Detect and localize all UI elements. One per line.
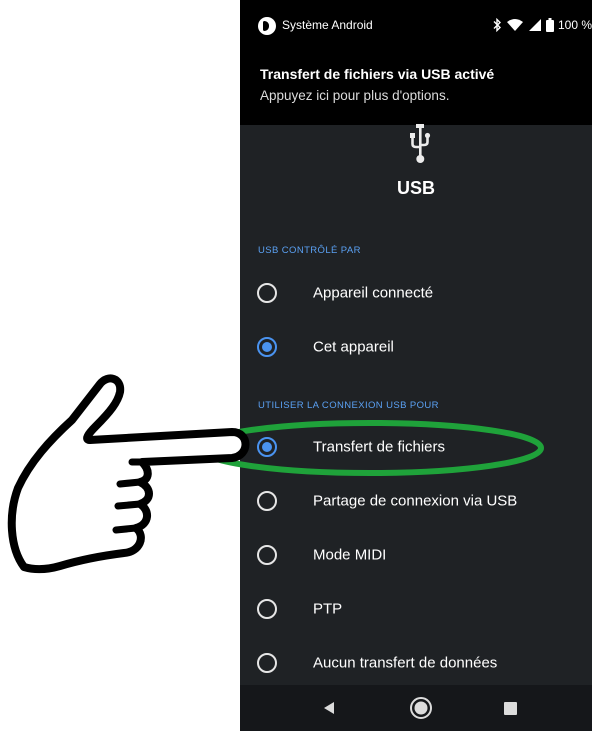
usb-icon xyxy=(410,124,431,163)
radio-button[interactable] xyxy=(257,599,277,619)
status-bar: Système Android 100 % xyxy=(240,0,592,52)
notification-title: Transfert de fichiers via USB activé xyxy=(260,66,495,82)
radio-button[interactable] xyxy=(257,283,277,303)
pointing-hand-icon xyxy=(7,374,250,574)
option-connected-device[interactable]: Appareil connecté xyxy=(240,266,592,320)
option-no-data-transfer[interactable]: Aucun transfert de données xyxy=(240,636,592,690)
wifi-icon xyxy=(506,19,523,31)
option-label: Mode MIDI xyxy=(313,546,387,564)
option-label: Cet appareil xyxy=(313,338,394,356)
option-file-transfer[interactable]: Transfert de fichiers xyxy=(240,420,592,474)
home-icon[interactable] xyxy=(409,696,433,720)
radio-button[interactable] xyxy=(257,491,277,511)
option-usb-tethering[interactable]: Partage de connexion via USB xyxy=(240,474,592,528)
option-ptp[interactable]: PTP xyxy=(240,582,592,636)
back-icon[interactable] xyxy=(322,701,336,715)
status-icons: 100 % xyxy=(492,14,592,36)
option-label: PTP xyxy=(313,600,343,618)
page-title: USB xyxy=(396,178,435,198)
radio-button[interactable] xyxy=(257,545,277,565)
option-label: Partage de connexion via USB xyxy=(313,492,518,510)
bluetooth-icon xyxy=(493,18,501,32)
option-this-device[interactable]: Cet appareil xyxy=(240,320,592,374)
system-app-icon xyxy=(258,17,276,35)
option-label: Appareil connecté xyxy=(313,284,434,302)
battery-percentage: 100 % xyxy=(557,18,592,32)
radio-button-selected[interactable] xyxy=(257,337,277,357)
notification-subtitle: Appuyez ici pour plus d'options. xyxy=(260,88,450,103)
battery-icon xyxy=(545,18,554,32)
status-app-name: Système Android xyxy=(282,18,373,32)
option-label: Aucun transfert de données xyxy=(313,654,498,672)
section-header-usb-controlled-by: USB CONTRÔLÉ PAR xyxy=(258,245,361,256)
usb-notification[interactable]: Transfert de fichiers via USB activé App… xyxy=(240,52,592,125)
radio-button[interactable] xyxy=(257,653,277,673)
navigation-bar xyxy=(240,685,592,731)
recents-icon[interactable] xyxy=(504,702,517,715)
radio-button-selected[interactable] xyxy=(257,437,277,457)
signal-icon xyxy=(528,19,541,31)
section-header-use-usb-for: UTILISER LA CONNEXION USB POUR xyxy=(258,400,439,411)
option-label: Transfert de fichiers xyxy=(313,438,445,456)
option-midi-mode[interactable]: Mode MIDI xyxy=(240,528,592,582)
usb-preferences-screen: Système Android 100 % Transfert de fichi… xyxy=(240,0,592,731)
